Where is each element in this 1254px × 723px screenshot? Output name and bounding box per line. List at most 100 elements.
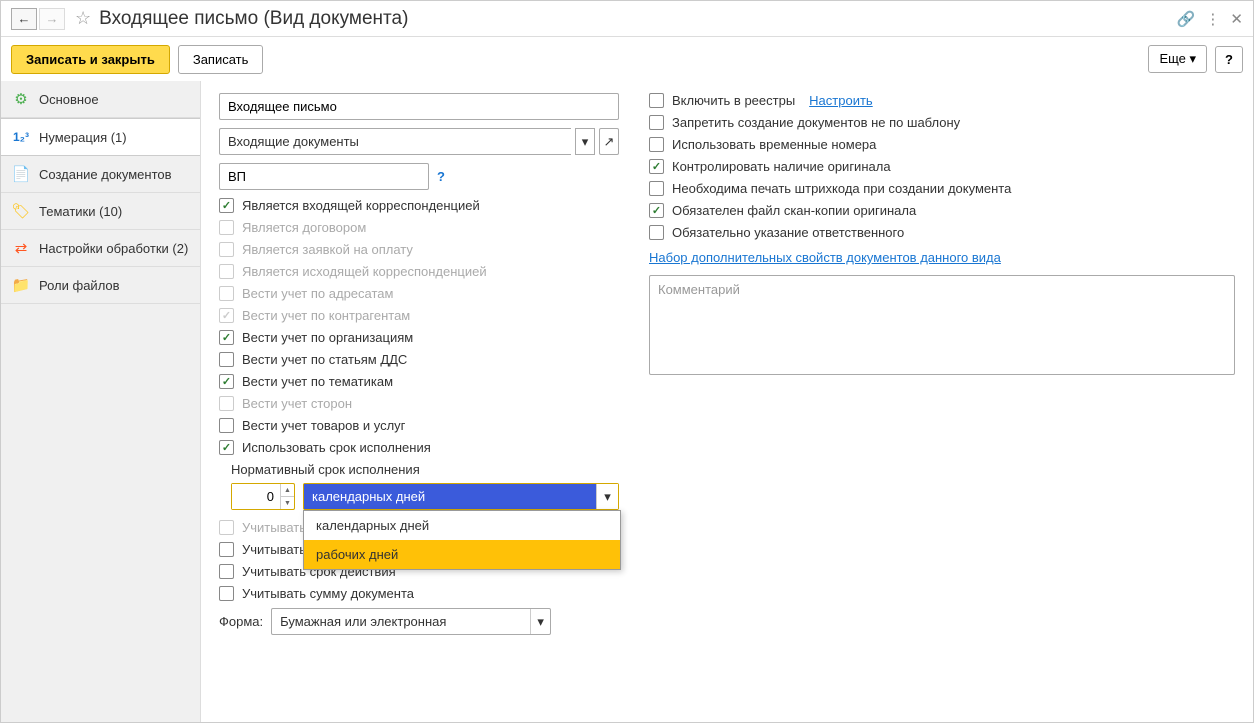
check-right-0[interactable]: Включить в реестры Настроить xyxy=(649,93,1235,108)
form-label: Форма: xyxy=(219,614,263,629)
checkbox-label: Включить в реестры xyxy=(672,93,795,108)
check-right-4[interactable]: Необходима печать штрихкода при создании… xyxy=(649,181,1235,196)
close-icon[interactable]: ✕ xyxy=(1230,10,1243,28)
prefix-input[interactable] xyxy=(219,163,429,190)
check-left-9: Вести учет сторон xyxy=(219,396,619,411)
type-select[interactable]: Входящие документы xyxy=(219,128,571,155)
check-left-7[interactable]: Вести учет по статьям ДДС xyxy=(219,352,619,367)
window-title: Входящее письмо (Вид документа) xyxy=(99,8,1177,30)
check-right-1[interactable]: Запретить создание документов не по шабл… xyxy=(649,115,1235,130)
check-right-6[interactable]: Обязательно указание ответственного xyxy=(649,225,1235,240)
checkbox-icon[interactable] xyxy=(219,542,234,557)
checkbox-label: Учитывать xyxy=(242,542,306,557)
checkbox-icon xyxy=(219,286,234,301)
checkbox-label: Запретить создание документов не по шабл… xyxy=(672,115,960,130)
check-right-3[interactable]: Контролировать наличие оригинала xyxy=(649,159,1235,174)
checkbox-label: Вести учет по адресатам xyxy=(242,286,393,301)
checkbox-icon[interactable] xyxy=(219,418,234,433)
deadline-unit-combo[interactable]: календарных дней ▾ xyxy=(303,483,619,510)
checkbox-label: Необходима печать штрихкода при создании… xyxy=(672,181,1011,196)
form-select[interactable]: Бумажная или электронная ▾ xyxy=(271,608,551,635)
sidebar-topics[interactable]: 🏷Тематики (10) xyxy=(1,193,200,230)
save-and-close-button[interactable]: Записать и закрыть xyxy=(11,45,170,74)
extra-props-link[interactable]: Набор дополнительных свойств документов … xyxy=(649,250,1235,265)
checkbox-icon[interactable] xyxy=(649,225,664,240)
save-button[interactable]: Записать xyxy=(178,45,264,74)
checkbox-icon xyxy=(219,308,234,323)
checkbox-icon[interactable] xyxy=(219,440,234,455)
deadline-label: Нормативный срок исполнения xyxy=(231,462,619,477)
check-left-11[interactable]: Использовать срок исполнения xyxy=(219,440,619,455)
sidebar-file-roles[interactable]: 📁Роли файлов xyxy=(1,267,200,304)
deadline-unit-dropdown[interactable]: ▾ xyxy=(596,484,618,509)
dd-option-working[interactable]: рабочих дней xyxy=(304,540,620,569)
check-left-0[interactable]: Является входящей корреспонденцией xyxy=(219,198,619,213)
checkbox-label: Вести учет по организациям xyxy=(242,330,413,345)
checkbox-icon xyxy=(219,396,234,411)
sidebar-create-docs[interactable]: 📄Создание документов xyxy=(1,156,200,193)
checkbox-label: Является заявкой на оплату xyxy=(242,242,413,257)
checkbox-icon[interactable] xyxy=(649,159,664,174)
type-open-button[interactable]: ↗ xyxy=(599,128,619,155)
checkbox-icon[interactable] xyxy=(219,586,234,601)
titlebar: ← → ☆ Входящее письмо (Вид документа) 🔗 … xyxy=(1,1,1253,37)
process-icon: ⇄ xyxy=(11,238,31,258)
checkbox-icon[interactable] xyxy=(649,115,664,130)
checkbox-icon[interactable] xyxy=(219,564,234,579)
checkbox-icon[interactable] xyxy=(219,352,234,367)
checkbox-label: Вести учет товаров и услуг xyxy=(242,418,405,433)
checkbox-icon xyxy=(219,264,234,279)
checkbox-icon[interactable] xyxy=(219,330,234,345)
document-icon: 📄 xyxy=(11,164,31,184)
checkbox-label: Является договором xyxy=(242,220,366,235)
checkbox-label: Является исходящей корреспонденцией xyxy=(242,264,487,279)
checkbox-label: Вести учет по контрагентам xyxy=(242,308,410,323)
deadline-unit-dropdown-list: календарных дней рабочих дней xyxy=(303,510,621,570)
nav-back-button[interactable]: ← xyxy=(11,8,37,30)
kebab-menu-icon[interactable]: ⋮ xyxy=(1205,10,1220,28)
check-left-2: Является заявкой на оплату xyxy=(219,242,619,257)
spinner-up[interactable]: ▲ xyxy=(281,484,294,497)
checkbox-icon[interactable] xyxy=(219,198,234,213)
check-bottom-3[interactable]: Учитывать сумму документа xyxy=(219,586,619,601)
name-input[interactable] xyxy=(219,93,619,120)
dd-option-calendar[interactable]: календарных дней xyxy=(304,511,620,540)
check-left-10[interactable]: Вести учет товаров и услуг xyxy=(219,418,619,433)
configure-link[interactable]: Настроить xyxy=(809,93,873,108)
checkbox-label: Использовать временные номера xyxy=(672,137,876,152)
sidebar-main[interactable]: ⚙Основное xyxy=(1,81,200,118)
spinner-down[interactable]: ▼ xyxy=(281,497,294,509)
comment-textarea[interactable]: Комментарий xyxy=(649,275,1235,375)
checkbox-label: Учитывать сумму документа xyxy=(242,586,414,601)
more-menu-button[interactable]: Еще ▾ xyxy=(1148,45,1207,73)
folder-icon: 📁 xyxy=(11,275,31,295)
checkbox-icon[interactable] xyxy=(649,137,664,152)
check-left-8[interactable]: Вести учет по тематикам xyxy=(219,374,619,389)
check-left-3: Является исходящей корреспонденцией xyxy=(219,264,619,279)
check-right-2[interactable]: Использовать временные номера xyxy=(649,137,1235,152)
nav-forward-button[interactable]: → xyxy=(39,8,65,30)
form-dropdown-button[interactable]: ▾ xyxy=(530,609,550,634)
favorite-star-icon[interactable]: ☆ xyxy=(75,8,91,29)
help-button[interactable]: ? xyxy=(1215,46,1243,73)
link-icon[interactable]: 🔗 xyxy=(1177,10,1196,28)
sidebar: ⚙Основное 1₂³Нумерация (1) 📄Создание док… xyxy=(1,81,201,722)
check-right-5[interactable]: Обязателен файл скан-копии оригинала xyxy=(649,203,1235,218)
checkbox-icon[interactable] xyxy=(219,374,234,389)
checkbox-label: Контролировать наличие оригинала xyxy=(672,159,891,174)
sidebar-processing[interactable]: ⇄Настройки обработки (2) xyxy=(1,230,200,267)
sidebar-numbering[interactable]: 1₂³Нумерация (1) xyxy=(1,118,200,156)
checkbox-icon xyxy=(219,242,234,257)
checkbox-label: Использовать срок исполнения xyxy=(242,440,431,455)
checkbox-label: Учитывать xyxy=(242,520,306,535)
checkbox-icon[interactable] xyxy=(649,181,664,196)
check-left-6[interactable]: Вести учет по организациям xyxy=(219,330,619,345)
type-dropdown-button[interactable]: ▾ xyxy=(575,128,595,155)
deadline-value-input[interactable] xyxy=(232,484,280,509)
check-left-5: Вести учет по контрагентам xyxy=(219,308,619,323)
numbering-icon: 1₂³ xyxy=(11,127,31,147)
prefix-help-icon[interactable]: ? xyxy=(437,169,445,184)
checkbox-label: Обязателен файл скан-копии оригинала xyxy=(672,203,916,218)
checkbox-icon[interactable] xyxy=(649,203,664,218)
checkbox-icon[interactable] xyxy=(649,93,664,108)
